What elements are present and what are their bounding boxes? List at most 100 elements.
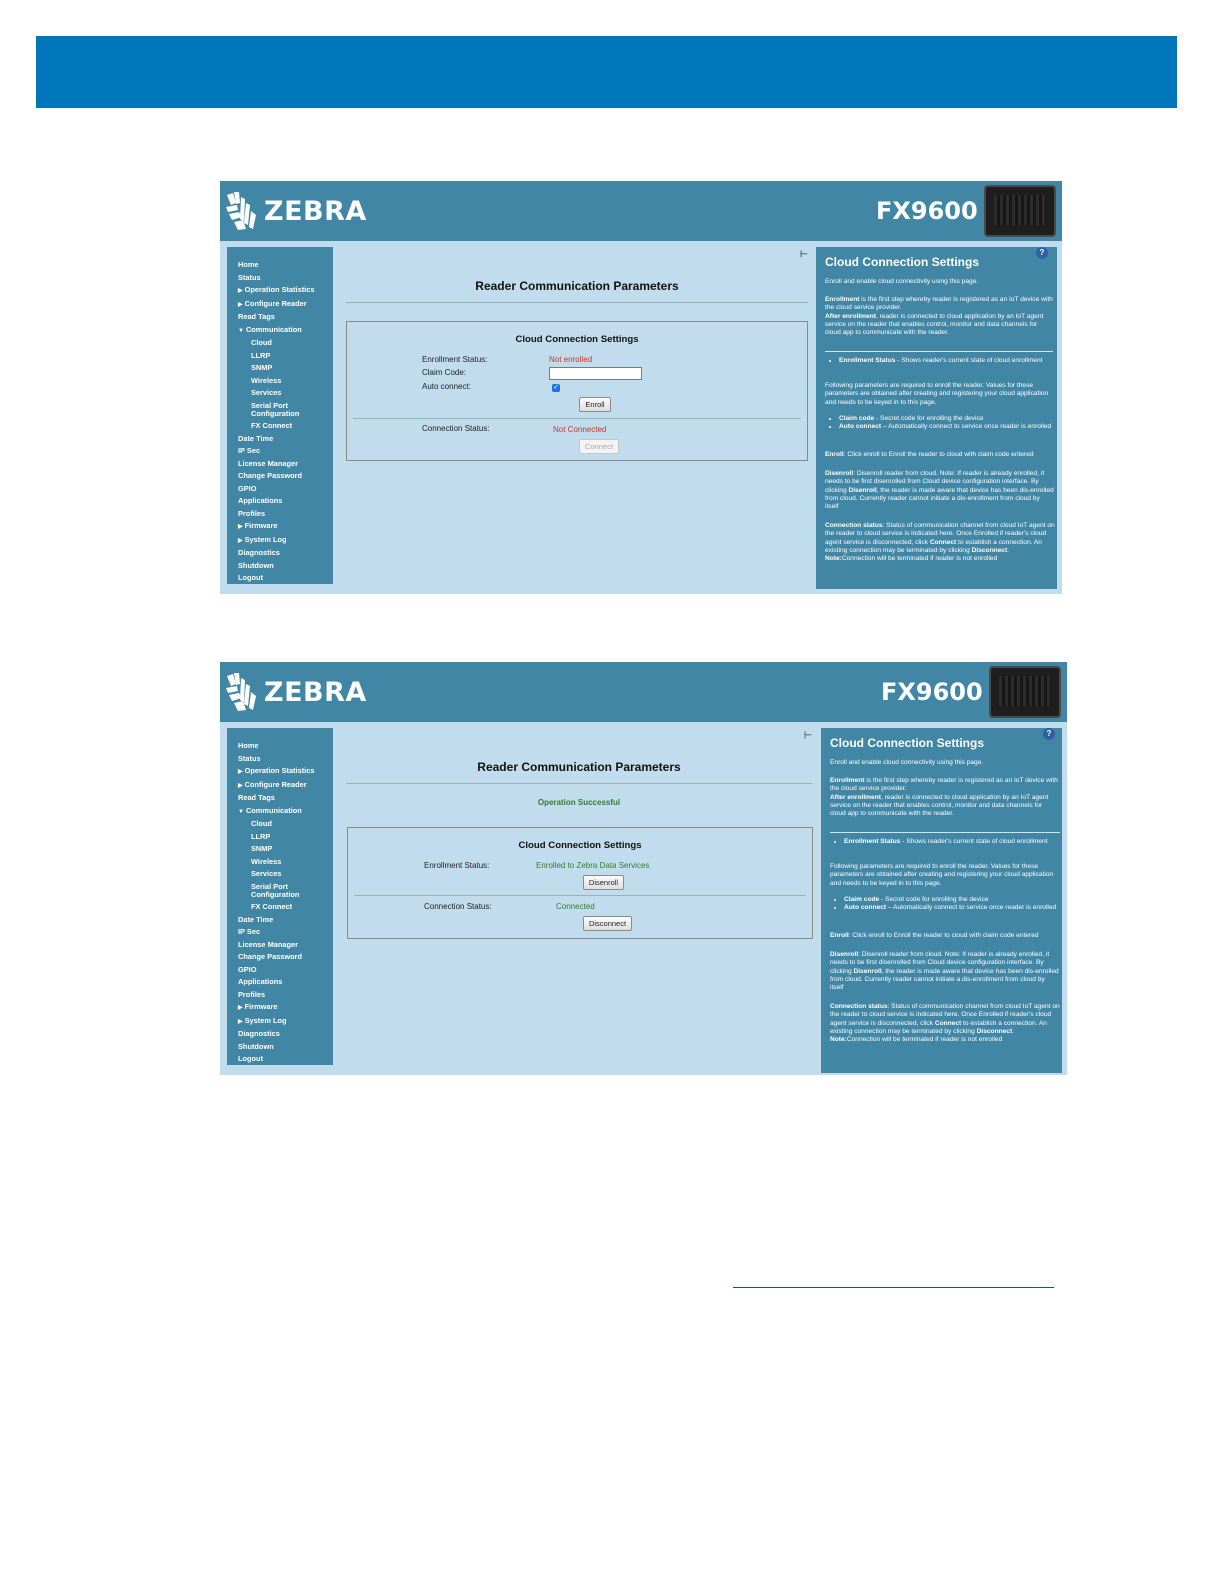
help-question-icon[interactable]: ? <box>1036 247 1048 259</box>
nav-llrp[interactable]: LLRP <box>227 350 333 363</box>
nav-change-password[interactable]: Change Password <box>227 470 333 483</box>
help-text: - Secret code for enrolling the device <box>879 896 989 903</box>
nav-shutdown[interactable]: Shutdown <box>227 560 333 573</box>
nav-label: Operation Statistics <box>244 766 315 775</box>
zebra-logo[interactable]: ZEBRA <box>224 191 367 231</box>
link-underline[interactable] <box>733 1287 1054 1288</box>
logo-text: ZEBRA <box>264 676 367 708</box>
nav-home[interactable]: Home <box>227 740 333 753</box>
nav-fx-connect[interactable]: FX Connect <box>227 420 333 433</box>
nav-logout[interactable]: Logout <box>227 1053 333 1066</box>
help-term: Connect <box>934 1019 962 1027</box>
nav-read-tags[interactable]: Read Tags <box>227 792 333 805</box>
nav-operation-statistics[interactable]: ▶ Operation Statistics <box>227 284 333 298</box>
cloud-settings-panel: Cloud Connection Settings Enrollment Sta… <box>347 827 813 939</box>
nav-services[interactable]: Services <box>227 868 333 881</box>
help-term: Connection status <box>830 1003 888 1010</box>
nav-applications[interactable]: Applications <box>227 976 333 989</box>
nav-status[interactable]: Status <box>227 753 333 766</box>
nav-cloud[interactable]: Cloud <box>227 818 333 831</box>
pin-icon[interactable]: ⊢ <box>800 249 808 260</box>
connect-button[interactable]: Connect <box>579 439 619 454</box>
auto-connect-label: Auto connect: <box>422 382 471 391</box>
help-params-text: Following parameters are required to enr… <box>830 863 1054 887</box>
help-disenroll-text: Disenroll: Disenroll reader from cloud. … <box>825 470 1055 511</box>
nav-read-tags[interactable]: Read Tags <box>227 311 333 324</box>
nav-serial-port-configuration[interactable]: Serial Port Configuration <box>227 881 333 902</box>
nav-diagnostics[interactable]: Diagnostics <box>227 1028 333 1041</box>
reader-device-image <box>984 185 1056 237</box>
help-term: Enrollment Status <box>839 357 896 364</box>
page-header-banner <box>36 36 1177 108</box>
enrollment-status-value: Not enrolled <box>549 355 593 364</box>
caret-down-icon: ▼ <box>238 327 244 334</box>
nav-gpio[interactable]: GPIO <box>227 483 333 496</box>
help-list-item: Claim code - Secret code for enrolling t… <box>844 896 1060 904</box>
help-params-list: Claim code - Secret code for enrolling t… <box>830 896 1060 913</box>
help-text: - Shows reader's current state of cloud … <box>895 357 1043 364</box>
nav-home[interactable]: Home <box>227 259 333 272</box>
help-term: Enroll <box>825 451 844 458</box>
nav-logout[interactable]: Logout <box>227 572 333 585</box>
help-status-list: Enrollment Status - Shows reader's curre… <box>830 838 1060 846</box>
disconnect-button[interactable]: Disconnect <box>583 916 632 931</box>
zebra-head-icon <box>226 192 256 230</box>
help-connection-text: Connection status: Status of communicati… <box>830 1003 1060 1044</box>
help-question-icon[interactable]: ? <box>1043 728 1055 740</box>
nav-communication[interactable]: ▼ Communication <box>227 805 333 819</box>
divider <box>353 418 801 419</box>
nav-license-manager[interactable]: License Manager <box>227 939 333 952</box>
nav-system-log[interactable]: ▶ System Log <box>227 534 333 548</box>
nav-gpio[interactable]: GPIO <box>227 964 333 977</box>
nav-configure-reader[interactable]: ▶ Configure Reader <box>227 298 333 312</box>
auto-connect-checkbox[interactable]: ✓ <box>552 384 560 392</box>
help-intro: Enroll and enable cloud connectivity usi… <box>825 278 979 285</box>
nav-change-password[interactable]: Change Password <box>227 951 333 964</box>
nav-profiles[interactable]: Profiles <box>227 989 333 1002</box>
nav-firmware[interactable]: ▶ Firmware <box>227 1001 333 1015</box>
nav-label: Configure Reader <box>244 298 307 308</box>
nav-communication[interactable]: ▼ Communication <box>227 324 333 338</box>
zebra-logo[interactable]: ZEBRA <box>224 672 367 712</box>
nav-snmp[interactable]: SNMP <box>227 362 333 375</box>
nav-system-log[interactable]: ▶ System Log <box>227 1015 333 1029</box>
nav-operation-statistics[interactable]: ▶ Operation Statistics <box>227 765 333 779</box>
nav-license-manager[interactable]: License Manager <box>227 458 333 471</box>
nav-wireless[interactable]: Wireless <box>227 375 333 388</box>
enroll-button[interactable]: Enroll <box>579 397 611 412</box>
nav-serial-port-configuration[interactable]: Serial Port Configuration <box>227 400 333 421</box>
nav-label: Operation Statistics <box>244 285 315 294</box>
nav-cloud[interactable]: Cloud <box>227 337 333 350</box>
divider <box>346 783 812 784</box>
help-term: Enrollment Status <box>844 838 901 845</box>
nav-ip-sec[interactable]: IP Sec <box>227 445 333 458</box>
nav-shutdown[interactable]: Shutdown <box>227 1041 333 1054</box>
nav-fx-connect[interactable]: FX Connect <box>227 901 333 914</box>
nav-status[interactable]: Status <box>227 272 333 285</box>
nav-snmp[interactable]: SNMP <box>227 843 333 856</box>
sidebar-nav: Home Status ▶ Operation Statistics ▶ Confi… <box>227 728 333 1065</box>
screenshot-not-enrolled: ZEBRA FX9600 Home Status ▶ Operation Stat… <box>220 181 1062 594</box>
screenshot-enrolled: ZEBRA FX9600 Home Status ▶ Operation Stat… <box>220 662 1067 1075</box>
help-text: is the first step whereby reader is regi… <box>830 777 1058 793</box>
pin-icon[interactable]: ⊢ <box>804 730 812 741</box>
nav-configure-reader[interactable]: ▶ Configure Reader <box>227 779 333 793</box>
nav-date-time[interactable]: Date Time <box>227 914 333 927</box>
nav-diagnostics[interactable]: Diagnostics <box>227 547 333 560</box>
logo-text: ZEBRA <box>264 195 367 227</box>
help-list-item: Auto connect – Automatically connect to … <box>839 423 1055 431</box>
help-enroll-text: Enroll: Click enroll to Enroll the reade… <box>830 932 1064 940</box>
nav-date-time[interactable]: Date Time <box>227 433 333 446</box>
nav-ip-sec[interactable]: IP Sec <box>227 926 333 939</box>
caret-right-icon: ▶ <box>238 288 243 294</box>
help-text: - Secret code for enrolling the device <box>874 415 984 422</box>
nav-profiles[interactable]: Profiles <box>227 508 333 521</box>
nav-services[interactable]: Services <box>227 387 333 400</box>
nav-llrp[interactable]: LLRP <box>227 831 333 844</box>
claim-code-input[interactable] <box>549 367 642 380</box>
nav-firmware[interactable]: ▶ Firmware <box>227 520 333 534</box>
help-text: – Automatically connect to service once … <box>886 904 1057 912</box>
disenroll-button[interactable]: Disenroll <box>583 875 624 890</box>
nav-wireless[interactable]: Wireless <box>227 856 333 869</box>
nav-applications[interactable]: Applications <box>227 495 333 508</box>
